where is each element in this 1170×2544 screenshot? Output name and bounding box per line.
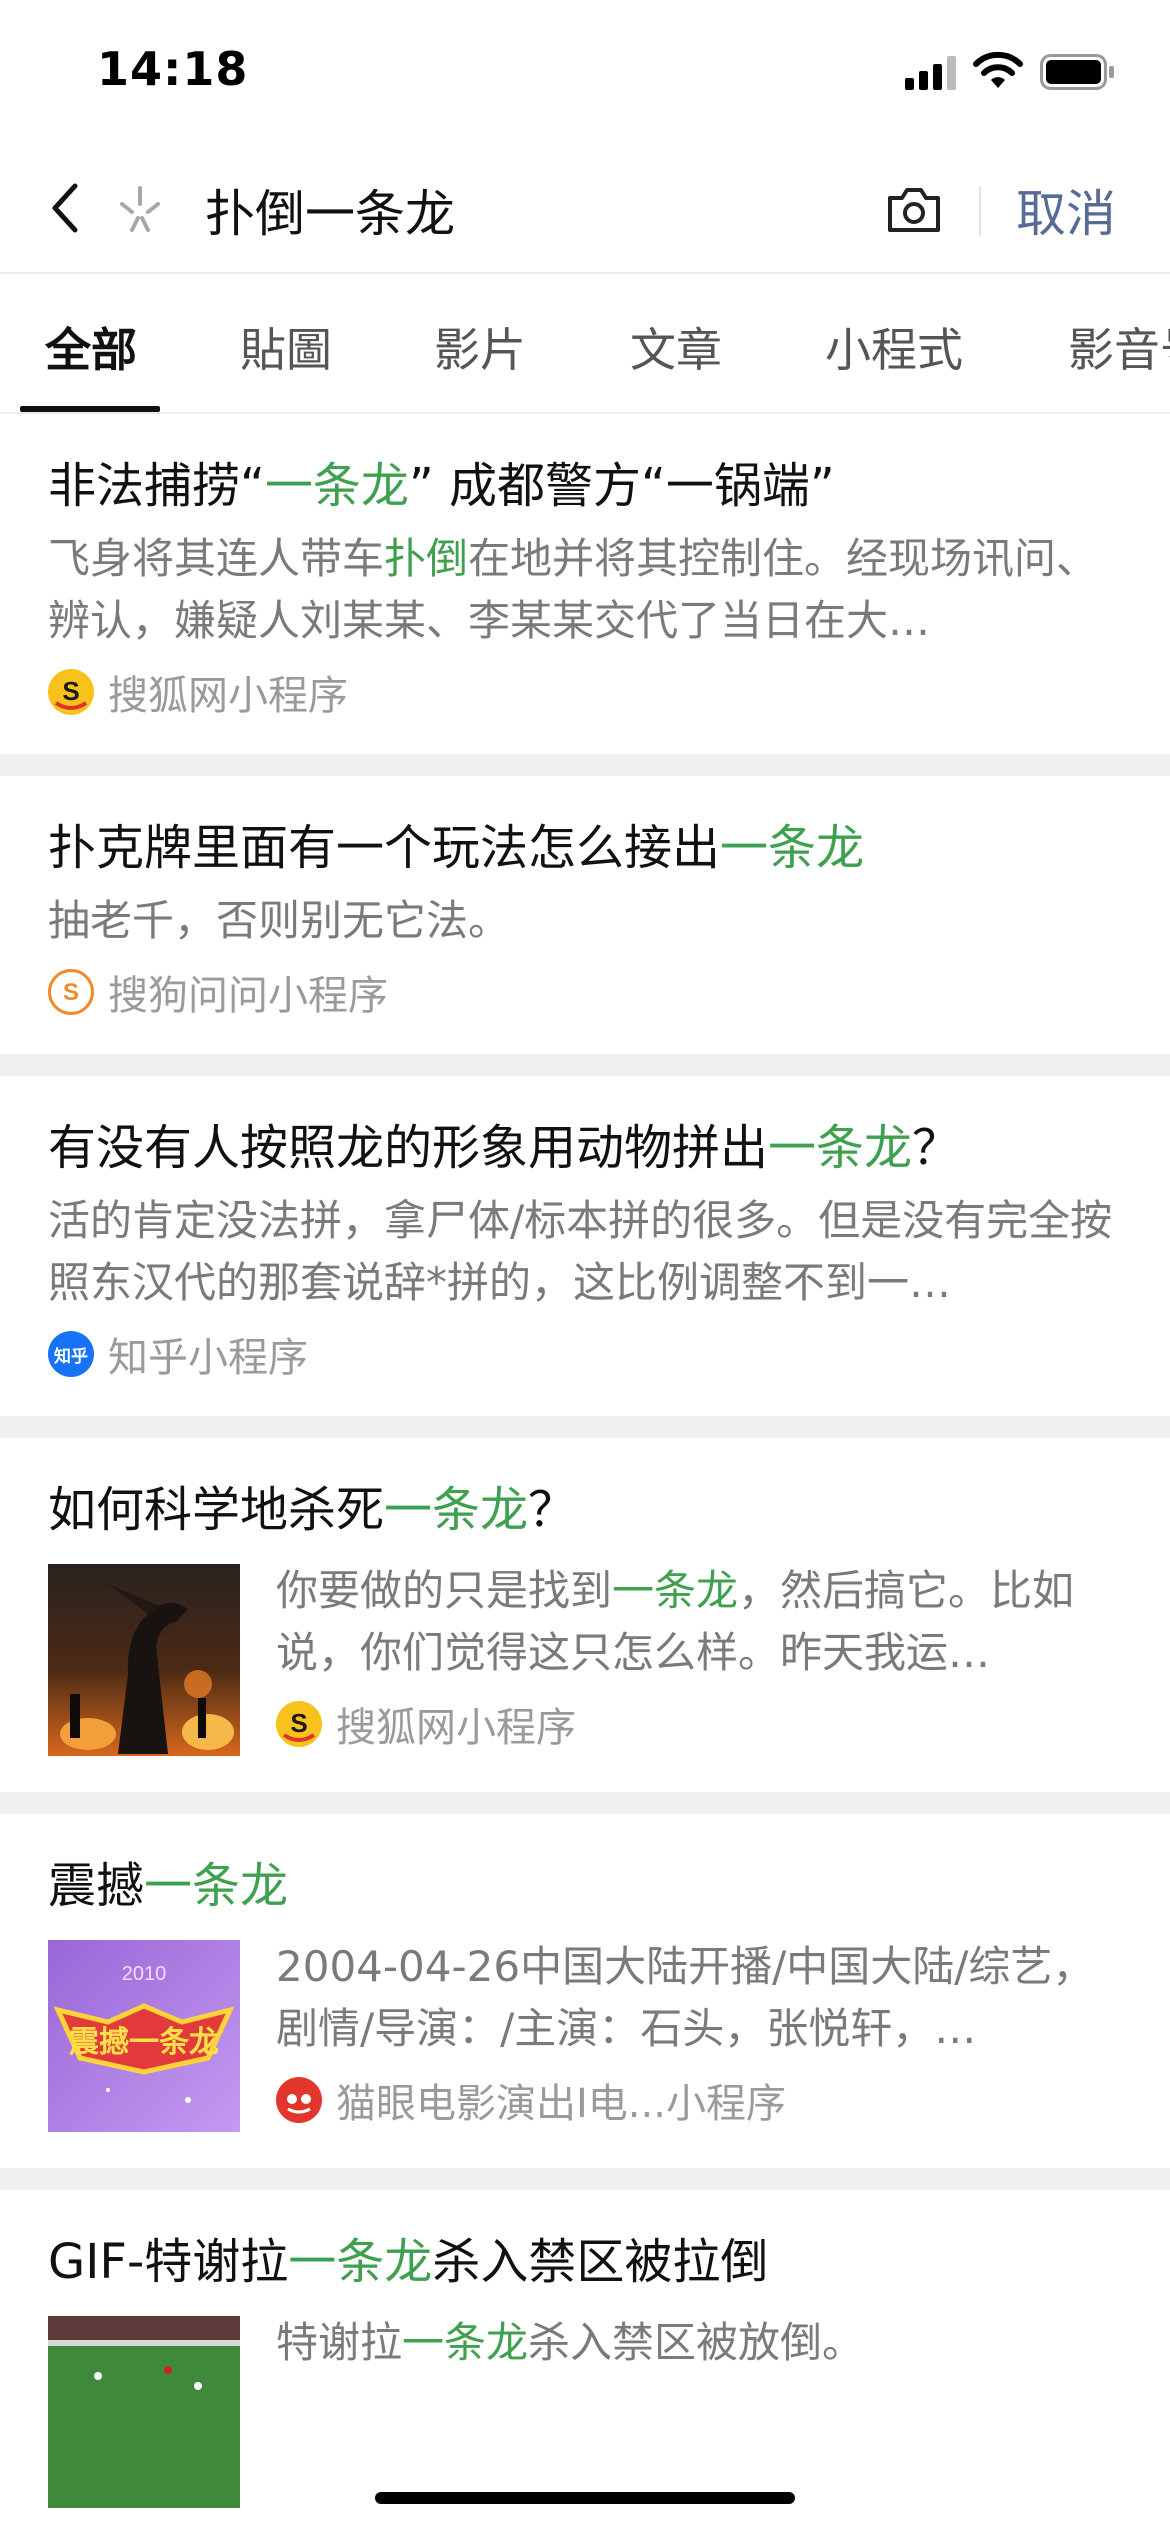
back-icon[interactable] (45, 178, 85, 238)
title-text: 杀入禁区被拉倒 (432, 2234, 769, 2290)
snippet-text: 你要做的只是找到 (276, 1566, 613, 1615)
sohu-icon: S (48, 669, 94, 715)
source-label: 搜狗问问小程序 (108, 973, 388, 1019)
status-time: 14:18 (97, 42, 249, 96)
zhihu-icon: 知乎 (48, 1331, 94, 1377)
divider (0, 1416, 1170, 1438)
source-label: 搜狐网小程序 (108, 673, 348, 719)
title-text: 震撼 (48, 1858, 145, 1914)
snippet-text: 2004-04-26中国大陆开播/中国大陆/综艺，剧情/导演：/主演：石头，张悦… (276, 1942, 1095, 2053)
svg-text:S: S (63, 979, 79, 1006)
result-title: 有没有人按照龙的形象用动物拼出一条龙？ (48, 1116, 1120, 1180)
snippet-text: 特谢拉 (276, 2318, 403, 2367)
result-source: 知乎 知乎小程序 (48, 1328, 1120, 1381)
result-thumbnail (48, 1564, 240, 1756)
title-text: ？ (528, 1482, 577, 1538)
snippet-highlight: 一条龙 (612, 1566, 739, 1615)
tab-all[interactable]: 全部 (45, 314, 137, 380)
sohu-icon: S (276, 1701, 322, 1747)
result-media: 2010 震撼一条龙 2004-04-26中国大陆开播/中国大陆/综艺，剧情/导… (48, 1940, 1120, 2132)
svg-text:S: S (62, 676, 79, 706)
result-snippet: 2004-04-26中国大陆开播/中国大陆/综艺，剧情/导演：/主演：石头，张悦… (276, 1936, 1120, 2060)
result-source: 猫眼电影演出I电...小程序 (276, 2074, 1120, 2127)
result-source: S 搜狐网小程序 (48, 666, 1120, 719)
title-highlight: 一条龙 (768, 1120, 913, 1176)
title-text: ” 成都警方“一锅端” (408, 458, 835, 514)
result-title: 如何科学地杀死一条龙？ (48, 1478, 1120, 1542)
title-highlight: 一条龙 (720, 820, 865, 876)
title-text: 有没有人按照龙的形象用动物拼出 (48, 1120, 769, 1176)
result-title: 非法捕捞“一条龙” 成都警方“一锅端” (48, 454, 1120, 518)
title-text: GIF-特谢拉 (48, 2234, 289, 2290)
divider (979, 186, 981, 236)
camera-icon[interactable] (884, 182, 944, 238)
result-media: 你要做的只是找到一条龙，然后搞它。比如说，你们觉得这只怎么样。昨天我运… S 搜… (48, 1564, 1120, 1756)
status-bar: 14:18 (0, 0, 1170, 150)
title-highlight: 一条龙 (144, 1858, 289, 1914)
cancel-button[interactable]: 取消 (1016, 174, 1116, 246)
tab-mini-programs[interactable]: 小程式 (825, 314, 963, 380)
source-label: 搜狐网小程序 (336, 1705, 576, 1751)
result-title: 扑克牌里面有一个玩法怎么接出一条龙 (48, 816, 1120, 880)
title-highlight: 一条龙 (384, 1482, 529, 1538)
thumbnail-title: 震撼一条龙 (69, 2025, 219, 2060)
result-snippet: 飞身将其连人带车扑倒在地并将其控制住。经现场讯问、辨认，嫌疑人刘某某、李某某交代… (48, 528, 1120, 652)
snippet-text: 飞身将其连人带车 (48, 534, 385, 583)
snippet-text: 活的肯定没法拼，拿尸体/标本拼的很多。但是没有完全按照东汉代的那套说辞*拼的，这… (48, 1196, 1113, 1307)
source-label: 知乎小程序 (108, 1335, 308, 1381)
title-text: 非法捕捞“ (48, 458, 265, 514)
divider (0, 754, 1170, 776)
result-title: 震撼一条龙 (48, 1854, 1120, 1918)
zhihu-icon-text: 知乎 (54, 1346, 88, 1367)
tab-stickers[interactable]: 貼圖 (240, 314, 332, 380)
search-input[interactable]: 扑倒一条龙 (205, 174, 455, 246)
snippet-text: 抽老千，否则别无它法。 (48, 896, 511, 945)
title-highlight: 一条龙 (288, 2234, 433, 2290)
svg-text:S: S (290, 1708, 307, 1738)
snippet-text: 杀入禁区被放倒。 (528, 2318, 865, 2367)
result-card[interactable]: 震撼一条龙 2010 震撼一条龙 2004-04-26中国大陆开播/中国大陆/综… (0, 1814, 1170, 2168)
result-source: S 搜狗问问小程序 (48, 966, 1120, 1019)
thumbnail-year: 2010 (122, 1963, 167, 1985)
snippet-highlight: 扑倒 (384, 534, 469, 583)
result-thumbnail: 2010 震撼一条龙 (48, 1940, 240, 2132)
search-bar: 扑倒一条龙 取消 (0, 150, 1170, 274)
result-media: 特谢拉一条龙杀入禁区被放倒。 (48, 2316, 1120, 2508)
result-card[interactable]: 有没有人按照龙的形象用动物拼出一条龙？ 活的肯定没法拼，拿尸体/标本拼的很多。但… (0, 1076, 1170, 1416)
result-source: S 搜狐网小程序 (276, 1698, 1120, 1751)
tab-videos[interactable]: 影片 (434, 314, 526, 380)
title-text: ？ (912, 1120, 961, 1176)
tab-articles[interactable]: 文章 (630, 314, 722, 380)
result-card[interactable]: 非法捕捞“一条龙” 成都警方“一锅端” 飞身将其连人带车扑倒在地并将其控制住。经… (0, 414, 1170, 754)
sogou-icon: S (48, 969, 94, 1015)
divider (0, 2168, 1170, 2190)
snippet-highlight: 一条龙 (402, 2318, 529, 2367)
battery-icon (1040, 54, 1114, 90)
result-card[interactable]: 如何科学地杀死一条龙？ 你要做的只是找到一条龙，然后搞它。比如说，你们觉得这只怎… (0, 1438, 1170, 1792)
tab-channels[interactable]: 影音号 (1068, 314, 1170, 380)
divider (0, 1792, 1170, 1814)
active-tab-indicator (20, 406, 160, 412)
result-snippet: 你要做的只是找到一条龙，然后搞它。比如说，你们觉得这只怎么样。昨天我运… (276, 1560, 1120, 1684)
source-label: 猫眼电影演出I电...小程序 (336, 2081, 786, 2127)
wifi-icon (973, 51, 1023, 88)
result-card[interactable]: GIF-特谢拉一条龙杀入禁区被拉倒 特谢拉一条龙杀入禁区被放倒。 (0, 2190, 1170, 2544)
maoyan-icon (276, 2077, 322, 2123)
result-title: GIF-特谢拉一条龙杀入禁区被拉倒 (48, 2230, 1120, 2294)
loading-spinner-icon (120, 186, 160, 232)
result-thumbnail (48, 2316, 240, 2508)
divider (0, 1054, 1170, 1076)
title-text: 如何科学地杀死 (48, 1482, 385, 1538)
title-highlight: 一条龙 (264, 458, 409, 514)
filter-tabs: 全部 貼圖 影片 文章 小程式 影音号 (0, 272, 1170, 414)
results-list: 非法捕捞“一条龙” 成都警方“一锅端” 飞身将其连人带车扑倒在地并将其控制住。经… (0, 414, 1170, 2544)
home-indicator[interactable] (375, 2492, 795, 2504)
result-snippet: 活的肯定没法拼，拿尸体/标本拼的很多。但是没有完全按照东汉代的那套说辞*拼的，这… (48, 1190, 1120, 1314)
result-snippet: 特谢拉一条龙杀入禁区被放倒。 (276, 2312, 1120, 2374)
title-text: 扑克牌里面有一个玩法怎么接出 (48, 820, 721, 876)
cellular-signal-icon (905, 56, 956, 90)
result-card[interactable]: 扑克牌里面有一个玩法怎么接出一条龙 抽老千，否则别无它法。 S 搜狗问问小程序 (0, 776, 1170, 1054)
result-snippet: 抽老千，否则别无它法。 (48, 890, 1120, 952)
